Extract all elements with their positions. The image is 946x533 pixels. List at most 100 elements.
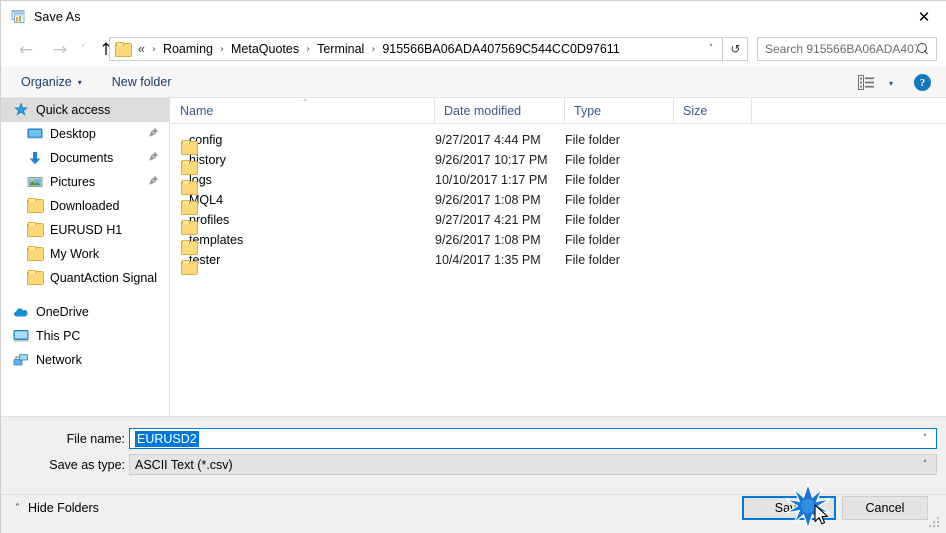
star-icon (13, 102, 29, 118)
table-row[interactable]: tester 10/4/2017 1:35 PM File folder (171, 250, 946, 270)
sidebar-item-label: OneDrive (36, 305, 89, 319)
folder-icon (115, 42, 131, 56)
file-name-value: EURUSD2 (135, 430, 199, 447)
desktop-icon (27, 126, 43, 142)
column-header-row: Name ˄ Date modified Type Size (171, 97, 946, 124)
sidebar-item-quick-access[interactable]: Quick access (1, 98, 169, 122)
table-row[interactable]: MQL4 9/26/2017 1:08 PM File folder (171, 190, 946, 210)
breadcrumb-separator: › (306, 43, 311, 55)
pictures-icon (27, 174, 43, 190)
organize-label: Organize (21, 75, 72, 89)
search-input[interactable]: Search 915566BA06ADA40756... (757, 37, 937, 61)
sidebar-item-this-pc[interactable]: This PC (1, 324, 169, 348)
file-date: 10/4/2017 1:35 PM (435, 253, 541, 267)
file-date: 10/10/2017 1:17 PM (435, 173, 548, 187)
chevron-down-icon[interactable]: ˅ (700, 38, 722, 60)
save-as-type-value: ASCII Text (*.csv) (135, 457, 233, 472)
file-name: profiles (189, 213, 230, 227)
hide-folders-label: Hide Folders (28, 501, 99, 515)
sidebar-item-downloaded[interactable]: Downloaded (1, 194, 169, 218)
save-button[interactable]: Save (742, 496, 836, 520)
sidebar-item-documents[interactable]: Documents (1, 146, 169, 170)
table-row[interactable]: history 9/26/2017 10:17 PM File folder (171, 150, 946, 170)
sidebar-item-label: QuantAction Signal (50, 271, 158, 285)
sidebar-item-label: Desktop (50, 127, 96, 141)
hide-folders-button[interactable]: ˄ Hide Folders (15, 501, 99, 515)
file-name: config (189, 133, 223, 147)
sidebar-item-onedrive[interactable]: OneDrive (1, 300, 169, 324)
file-date: 9/26/2017 1:08 PM (435, 233, 541, 247)
file-name: MQL4 (189, 193, 224, 207)
forward-button[interactable]: → (47, 37, 73, 63)
column-header-filler (752, 98, 946, 124)
sidebar-item-eurusd-h1[interactable]: EURUSD H1 (1, 218, 169, 242)
chevron-down-icon: ▾ (77, 77, 82, 87)
window-title: Save As (34, 9, 81, 24)
recent-locations-icon[interactable]: ˅ (73, 37, 93, 63)
table-row[interactable]: config 9/27/2017 4:44 PM File folder (171, 130, 946, 150)
view-layout-icon[interactable] (858, 75, 875, 90)
help-button[interactable]: ? (914, 74, 931, 91)
table-row[interactable]: templates 9/26/2017 1:08 PM File folder (171, 230, 946, 250)
table-row[interactable]: logs 10/10/2017 1:17 PM File folder (171, 170, 946, 190)
file-date: 9/27/2017 4:44 PM (435, 133, 541, 147)
navigation-pane: Quick access Desktop Documents Pictures … (1, 98, 170, 416)
organize-button[interactable]: Organize ▾ (15, 71, 88, 93)
sidebar-item-label: This PC (36, 329, 81, 343)
cancel-button[interactable]: Cancel (842, 496, 928, 520)
sidebar-item-label: Documents (50, 151, 114, 165)
chevron-down-icon[interactable]: ▾ (889, 79, 893, 88)
search-placeholder: Search 915566BA06ADA40756... (765, 42, 917, 56)
sidebar-item-desktop[interactable]: Desktop (1, 122, 169, 146)
chevron-down-icon[interactable]: ˅ (914, 429, 936, 448)
file-date: 9/26/2017 1:08 PM (435, 193, 541, 207)
back-button[interactable]: ← (13, 37, 39, 63)
column-header-name[interactable]: Name ˄ (171, 97, 435, 124)
sidebar-item-label: My Work (50, 247, 100, 261)
pin-icon[interactable] (148, 127, 165, 141)
title-bar: Save As ✕ (1, 1, 946, 32)
sidebar-item-label: Network (36, 353, 82, 367)
sidebar-item-my-work[interactable]: My Work (1, 242, 169, 266)
breadcrumb-metaquotes[interactable]: MetaQuotes (230, 42, 300, 56)
metatrader-window-icon (10, 9, 26, 25)
folder-icon (27, 198, 43, 214)
breadcrumb-overflow[interactable]: « (137, 42, 146, 56)
table-row[interactable]: profiles 9/27/2017 4:21 PM File folder (171, 210, 946, 230)
file-type: File folder (565, 153, 620, 167)
file-type: File folder (565, 133, 620, 147)
sidebar-item-label: Quick access (36, 103, 111, 117)
sidebar-item-label: EURUSD H1 (50, 223, 123, 237)
chevron-down-icon[interactable]: ˅ (914, 455, 936, 474)
address-bar[interactable]: « › Roaming › MetaQuotes › Terminal › 91… (109, 37, 723, 61)
column-header-type[interactable]: Type (565, 97, 674, 124)
folder-icon (27, 246, 43, 262)
sidebar-item-quantaction-signal[interactable]: QuantAction Signal (1, 266, 169, 290)
breadcrumb-roaming[interactable]: Roaming (162, 42, 214, 56)
column-header-label: Name (180, 103, 214, 118)
breadcrumb-separator: › (219, 43, 224, 55)
close-icon[interactable]: ✕ (901, 1, 946, 32)
sidebar-item-pictures[interactable]: Pictures (1, 170, 169, 194)
breadcrumb-separator: › (371, 43, 376, 55)
column-header-date-modified[interactable]: Date modified (435, 97, 565, 124)
breadcrumb-terminal-id[interactable]: 915566BA06ADA407569C544CC0D97611 (381, 42, 620, 56)
pin-icon[interactable] (148, 175, 165, 189)
file-name: logs (189, 173, 212, 187)
download-icon (27, 150, 43, 166)
breadcrumb-terminal[interactable]: Terminal (316, 42, 365, 56)
folder-icon (27, 270, 43, 286)
sidebar-item-network[interactable]: Network (1, 348, 169, 372)
save-as-type-label: Save as type: (49, 458, 125, 472)
refresh-icon[interactable]: ↺ (724, 37, 748, 61)
file-name-input[interactable]: EURUSD2 ˅ (129, 428, 937, 449)
breadcrumb-separator: › (151, 43, 156, 55)
file-name: history (189, 153, 226, 167)
onedrive-icon (13, 304, 29, 320)
new-folder-button[interactable]: New folder (106, 71, 178, 93)
save-as-type-select[interactable]: ASCII Text (*.csv) ˅ (129, 454, 937, 475)
column-header-size[interactable]: Size (674, 97, 752, 124)
pin-icon[interactable] (148, 151, 165, 165)
file-type: File folder (565, 173, 620, 187)
search-icon (917, 42, 930, 56)
